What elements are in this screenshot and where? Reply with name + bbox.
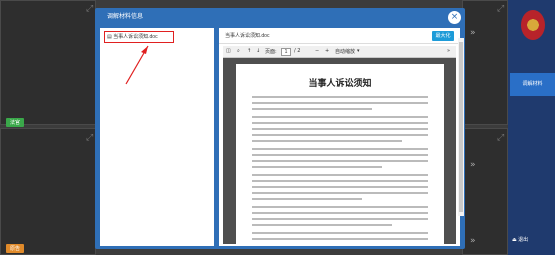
document-heading: 当事人诉讼须知: [308, 78, 372, 88]
search-icon[interactable]: ⌕: [237, 48, 240, 54]
text-line: [252, 212, 428, 214]
text-line: [252, 206, 428, 208]
video-tile-bottom-right: [462, 128, 508, 255]
exit-button[interactable]: ⏏ 退出: [512, 236, 528, 243]
expand-icon[interactable]: ⤢: [86, 4, 93, 14]
chevron-right-icon[interactable]: »: [470, 28, 476, 38]
sidebar-toggle-icon[interactable]: ◫: [226, 48, 231, 54]
text-line: [252, 174, 428, 176]
scrollbar-thumb[interactable]: [459, 42, 463, 212]
document-icon: ▤: [107, 34, 112, 40]
text-line: [252, 122, 428, 124]
video-tile-top-right: [462, 0, 508, 125]
preview-header: 当事人诉讼须知.doc 最大化: [219, 28, 460, 44]
text-line: [252, 116, 428, 118]
pdf-viewer: ◫ ⌕ ↑ ↓ 页面: 1 / 2 − + 自动缩放 ▾ » 当事人诉讼须知: [223, 46, 456, 244]
zoom-out-icon[interactable]: −: [315, 48, 319, 54]
text-line: [252, 238, 428, 240]
dialog-title: 调解材料信息: [107, 14, 144, 20]
expand-icon[interactable]: ⤢: [86, 133, 93, 143]
text-line: [252, 134, 428, 136]
more-tools-icon[interactable]: »: [447, 48, 450, 54]
document-preview: 当事人诉讼须知.doc 最大化 ◫ ⌕ ↑ ↓ 页面: 1 / 2 − + 自动…: [219, 28, 460, 246]
viewer-toolbar: ◫ ⌕ ↑ ↓ 页面: 1 / 2 − + 自动缩放 ▾ »: [223, 46, 456, 58]
zoom-select[interactable]: 自动缩放: [335, 48, 355, 55]
text-line: [252, 180, 428, 182]
file-item[interactable]: ▤ 当事人诉讼须知.doc: [104, 31, 174, 43]
chevron-right-icon[interactable]: »: [470, 160, 476, 170]
text-line: [252, 166, 382, 168]
video-tile-top-left: [0, 0, 96, 125]
participant-tag-judge: 法官: [6, 118, 25, 127]
text-line: [252, 102, 428, 104]
exit-icon: ⏏: [512, 237, 517, 243]
materials-dialog: 调解材料信息 × ▤ 当事人诉讼须知.doc 当事人诉讼须知.doc 最大化 ◫…: [95, 8, 465, 249]
file-list: ▤ 当事人诉讼须知.doc: [100, 28, 214, 246]
text-line: [252, 96, 428, 98]
text-line: [252, 140, 402, 142]
text-line: [252, 198, 362, 200]
page-label: 页面:: [265, 49, 277, 55]
chevron-right-icon[interactable]: »: [470, 236, 476, 246]
video-tile-bottom-left: [0, 128, 96, 255]
page-total: / 2: [294, 48, 301, 54]
text-line: [252, 192, 428, 194]
text-line: [252, 218, 428, 220]
text-line: [252, 148, 428, 150]
zoom-in-icon[interactable]: +: [325, 48, 329, 54]
chevron-down-icon[interactable]: ▾: [357, 48, 360, 54]
court-emblem-icon: [521, 10, 545, 40]
text-line: [252, 108, 372, 110]
maximize-button[interactable]: 最大化: [432, 31, 454, 41]
file-item-label: 当事人诉讼须知.doc: [113, 34, 158, 40]
arrow-up-icon[interactable]: ↑: [247, 48, 251, 54]
document-page: 当事人诉讼须知: [236, 64, 444, 244]
page-number-input[interactable]: 1: [281, 48, 291, 56]
sidebar-tab-materials[interactable]: 调解材料: [510, 73, 555, 96]
annotation-arrow: [125, 45, 149, 85]
participant-tag-plaintiff: 原告: [6, 244, 25, 253]
text-line: [252, 224, 392, 226]
expand-icon[interactable]: ⤢: [497, 4, 504, 14]
exit-label: 退出: [518, 237, 529, 243]
expand-icon[interactable]: ⤢: [497, 133, 504, 143]
preview-title: 当事人诉讼须知.doc: [225, 33, 270, 39]
text-line: [252, 232, 428, 234]
text-line: [252, 154, 428, 156]
arrow-down-icon[interactable]: ↓: [256, 48, 260, 54]
text-line: [252, 186, 428, 188]
text-line: [252, 128, 428, 130]
close-icon[interactable]: ×: [448, 11, 461, 24]
screen: 法官 原告 ⤢ ⤢ ⤢ ⤢ » » » 调解材料 ⏏ 退出 调解材料信息 × ▤…: [0, 0, 555, 255]
text-line: [252, 160, 428, 162]
